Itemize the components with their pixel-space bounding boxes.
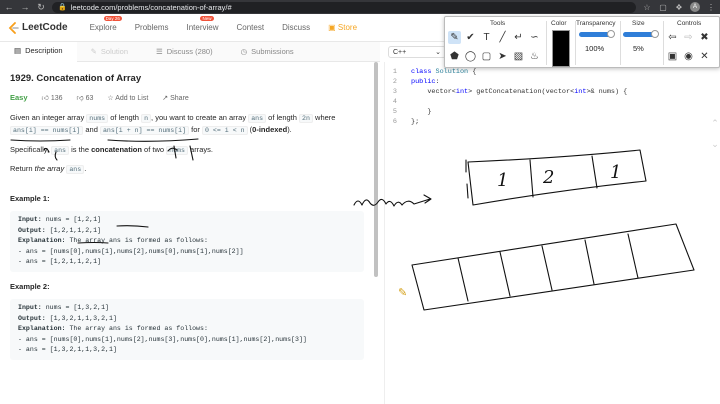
ink-top-value: 1 bbox=[610, 162, 622, 183]
screen: { "browser": { "url": "leetcode.com/prob… bbox=[0, 0, 720, 404]
ink-top-value: 2 bbox=[543, 167, 555, 188]
ink-top-array-edge bbox=[465, 159, 469, 199]
ink-bottom-array bbox=[411, 223, 695, 311]
ink-mark bbox=[54, 151, 58, 161]
pencil-cursor-icon: ✎ bbox=[398, 287, 408, 299]
ink-underline bbox=[10, 139, 71, 142]
ink-nums-word: nums bbox=[360, 196, 377, 203]
ink-mark bbox=[167, 147, 178, 152]
ink-underline bbox=[116, 225, 149, 228]
ink-mark bbox=[173, 145, 194, 161]
ink-underline bbox=[107, 138, 199, 142]
ink-top-value: 1 bbox=[497, 170, 509, 191]
ink-mark bbox=[43, 147, 50, 153]
ink-underline bbox=[77, 241, 109, 244]
